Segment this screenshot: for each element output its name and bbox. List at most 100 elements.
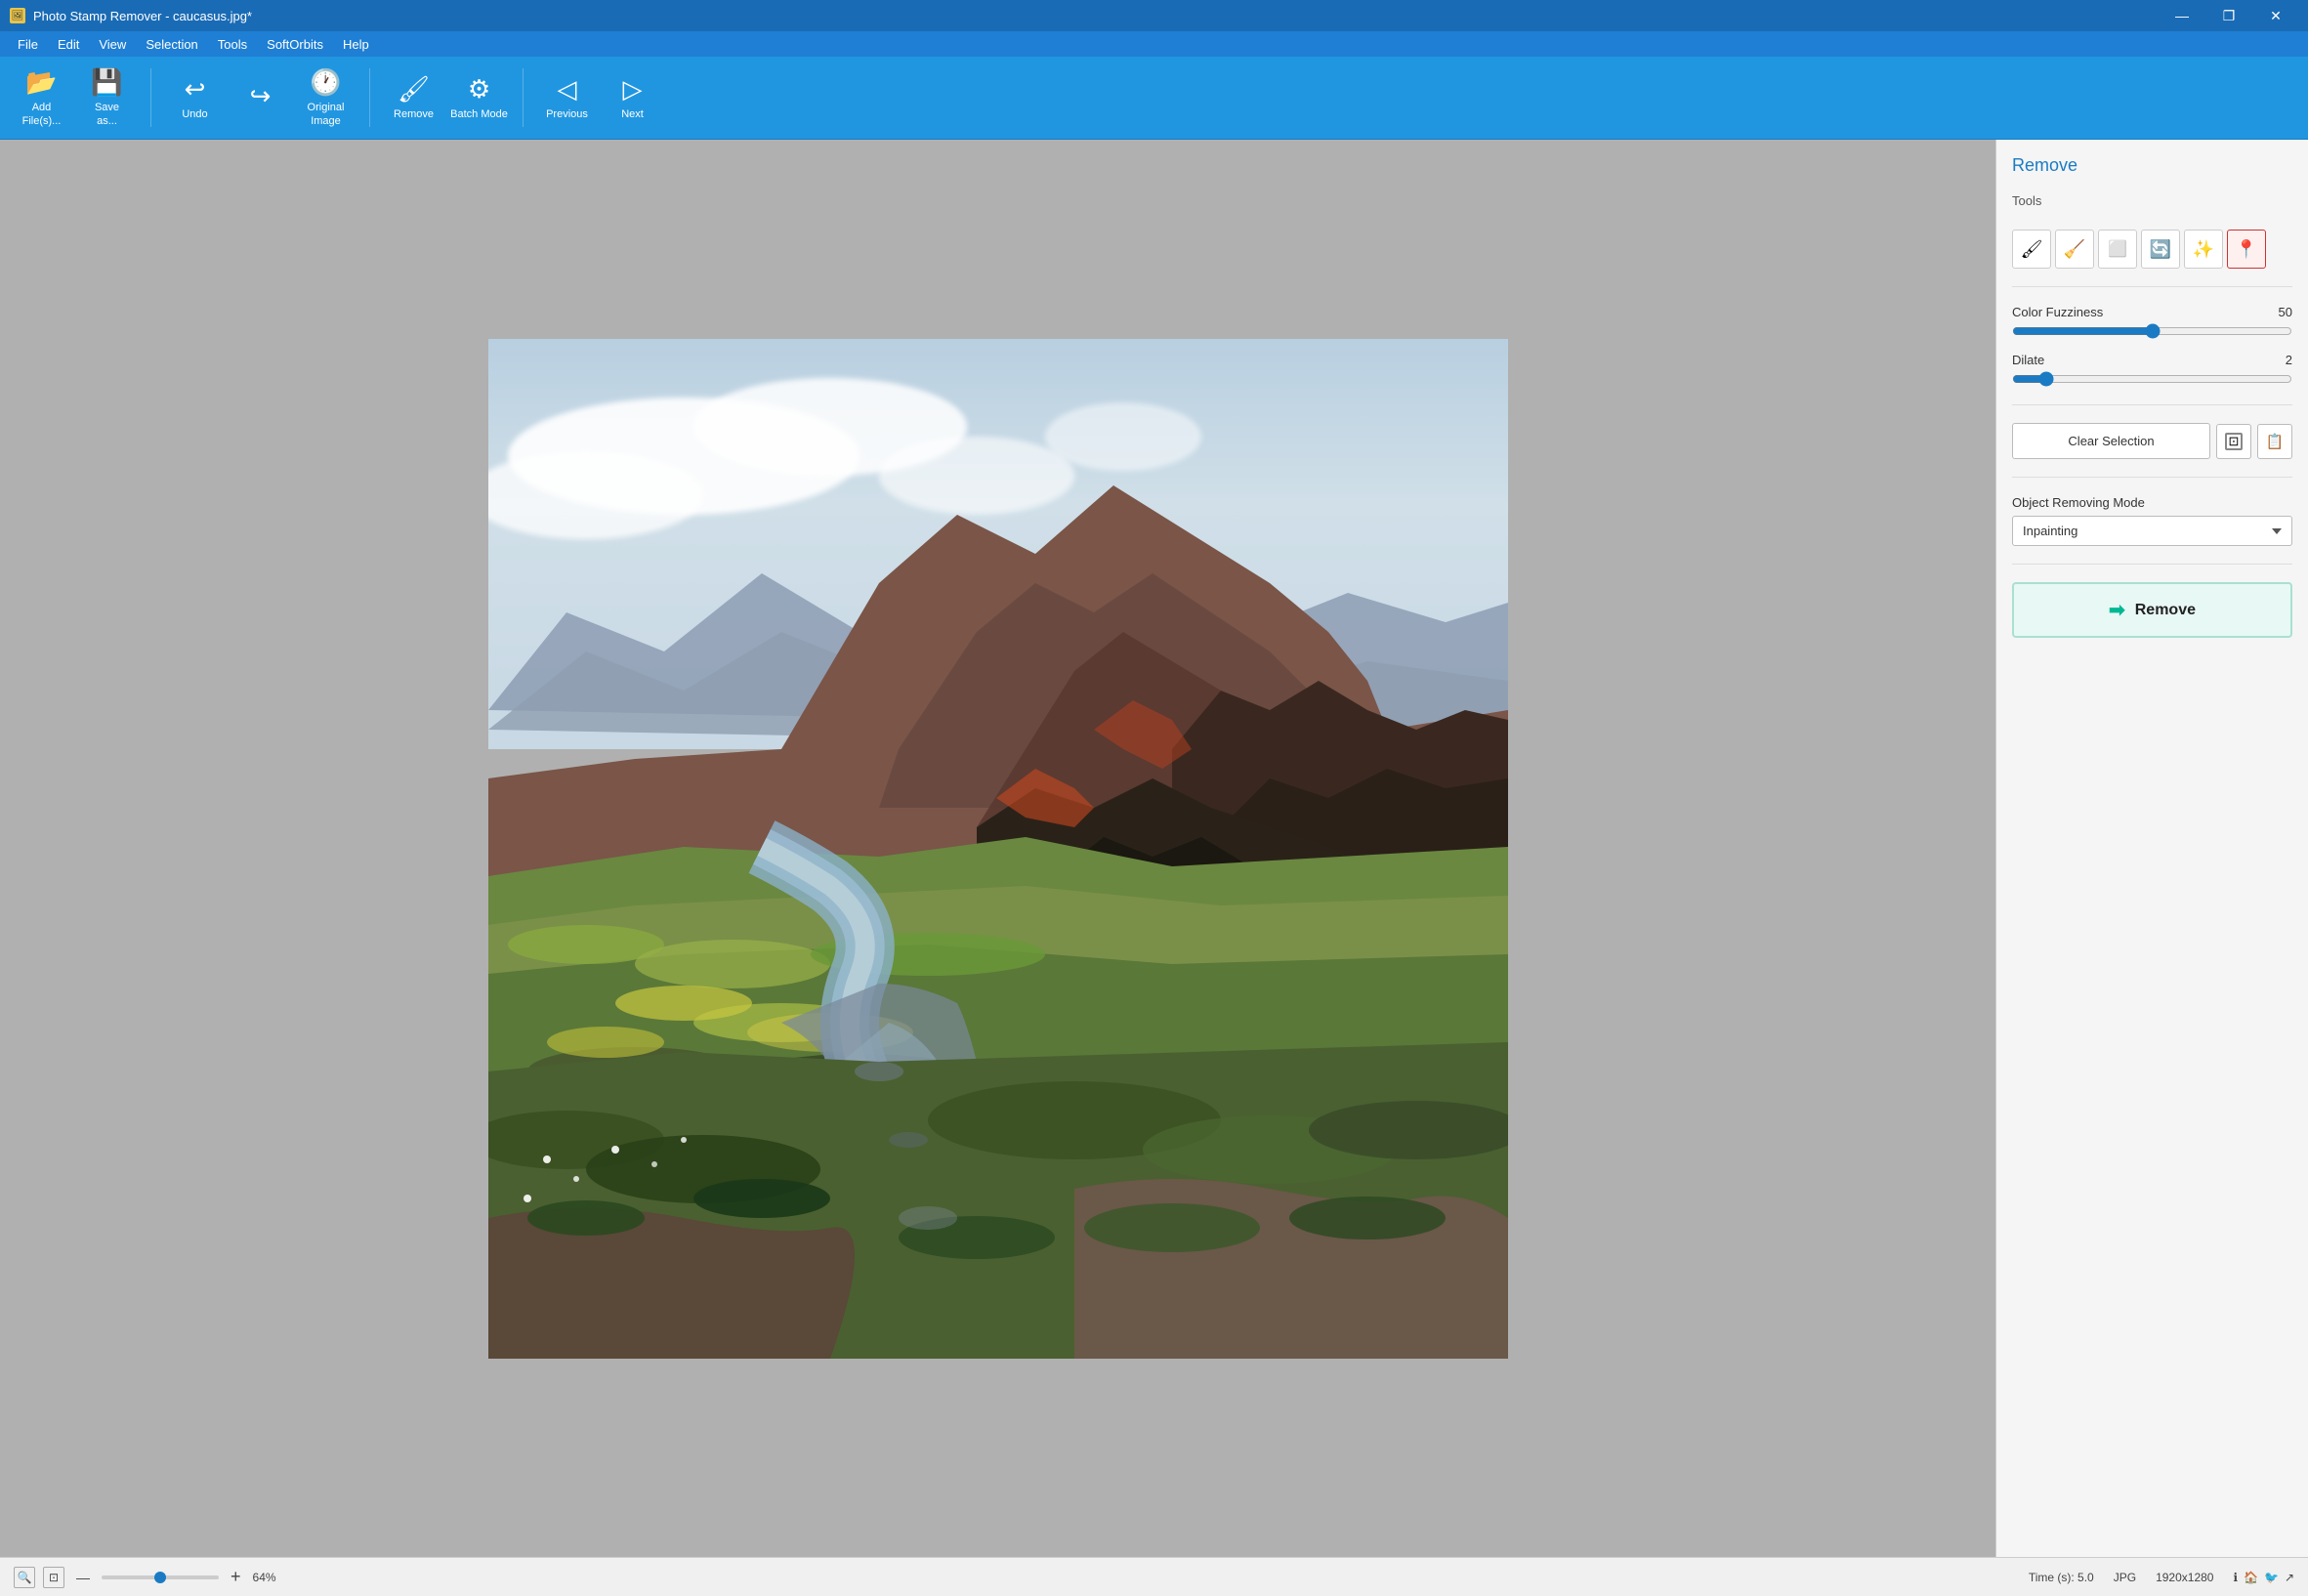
minimize-button[interactable]: —: [2160, 0, 2204, 31]
magic-wand-button[interactable]: ✨: [2184, 230, 2223, 269]
add-files-icon: 📂: [25, 67, 57, 98]
add-files-button[interactable]: 📂 AddFile(s)...: [10, 62, 73, 135]
format-label: JPG: [2114, 1571, 2136, 1584]
rectangle-select-icon: ⬜: [2108, 239, 2127, 259]
lasso-icon: 🔄: [2150, 239, 2171, 260]
status-bar: 🔍 ⊡ — + 64% Time (s): 5.0 JPG 1920x1280 …: [0, 1557, 2308, 1596]
dilate-slider[interactable]: [2012, 371, 2292, 387]
close-button[interactable]: ✕: [2253, 0, 2298, 31]
share-icon[interactable]: ↗: [2285, 1571, 2294, 1584]
tools-label: Tools: [2012, 193, 2292, 208]
app-title: Photo Stamp Remover - caucasus.jpg*: [33, 9, 252, 23]
zoom-level: 64%: [253, 1571, 276, 1584]
title-bar-left: 🖼 Photo Stamp Remover - caucasus.jpg*: [10, 8, 252, 23]
color-fuzziness-slider[interactable]: [2012, 323, 2292, 339]
main-content: Remove Tools 🖌 🧹 ⬜ 🔄 ✨: [0, 140, 2308, 1557]
menu-view[interactable]: View: [89, 34, 136, 55]
menu-edit[interactable]: Edit: [48, 34, 89, 55]
clear-selection-row: Clear Selection ⊡ 📋: [2012, 423, 2292, 459]
stamp-tool-button[interactable]: 📍: [2227, 230, 2266, 269]
twitter-icon[interactable]: 🐦: [2264, 1571, 2279, 1584]
remove-button[interactable]: ➡ Remove: [2012, 582, 2292, 638]
toolbar-separator-1: [150, 68, 151, 127]
previous-label: Previous: [546, 108, 588, 121]
status-bar-left: 🔍 ⊡ — + 64%: [14, 1567, 276, 1588]
toolbar-group-files: 📂 AddFile(s)... 💾 Saveas...: [10, 62, 139, 135]
zoom-fit-icon[interactable]: 🔍: [14, 1567, 35, 1588]
canvas-area[interactable]: [0, 140, 1995, 1557]
app-icon: 🖼: [10, 8, 25, 23]
previous-icon: ◁: [558, 74, 577, 105]
dilate-header: Dilate 2: [2012, 353, 2292, 367]
color-fuzziness-value: 50: [2279, 305, 2292, 319]
eraser-icon: 🧹: [2064, 239, 2085, 260]
home-icon[interactable]: 🏠: [2244, 1571, 2258, 1584]
paintbrush-tool-button[interactable]: 🖌: [2012, 230, 2051, 269]
divider-4: [2012, 564, 2292, 565]
toolbar-group-edit: ↩ Undo ↪ 🕐 Original Image: [163, 62, 357, 135]
divider-3: [2012, 477, 2292, 478]
menu-file[interactable]: File: [8, 34, 48, 55]
right-panel: Remove Tools 🖌 🧹 ⬜ 🔄 ✨: [1995, 140, 2308, 1557]
redo-button[interactable]: ↪: [229, 62, 292, 135]
zoom-actual-icon[interactable]: ⊡: [43, 1567, 64, 1588]
original-image-icon: 🕐: [310, 67, 341, 98]
title-bar-controls: — ❐ ✕: [2160, 0, 2298, 31]
add-files-label: AddFile(s)...: [22, 102, 62, 127]
divider-1: [2012, 286, 2292, 287]
toolbar-group-nav: ◁ Previous ▷ Next: [535, 62, 664, 135]
stamp-tool-icon: 📍: [2236, 239, 2257, 260]
batch-mode-icon: ⚙: [468, 74, 490, 105]
color-fuzziness-label: Color Fuzziness: [2012, 305, 2103, 319]
paste-into-icon: 📋: [2266, 433, 2285, 450]
remove-toolbar-button[interactable]: 🖌 Remove: [382, 62, 445, 135]
eraser-tool-button[interactable]: 🧹: [2055, 230, 2094, 269]
menu-bar: File Edit View Selection Tools SoftOrbit…: [0, 31, 2308, 57]
redo-icon: ↪: [250, 81, 272, 111]
tools-row: 🖌 🧹 ⬜ 🔄 ✨ 📍: [2012, 230, 2292, 269]
original-image-label: Original Image: [295, 102, 357, 127]
menu-selection[interactable]: Selection: [136, 34, 207, 55]
zoom-thumb[interactable]: [154, 1572, 166, 1583]
undo-button[interactable]: ↩ Undo: [163, 62, 227, 135]
next-button[interactable]: ▷ Next: [601, 62, 664, 135]
batch-mode-label: Batch Mode: [450, 108, 508, 121]
batch-mode-button[interactable]: ⚙ Batch Mode: [447, 62, 511, 135]
image-container: [488, 339, 1508, 1359]
maximize-button[interactable]: ❐: [2206, 0, 2251, 31]
zoom-minus-icon[interactable]: —: [72, 1570, 94, 1585]
zoom-plus-icon[interactable]: +: [227, 1567, 245, 1587]
next-label: Next: [621, 108, 644, 121]
magic-wand-icon: ✨: [2193, 239, 2214, 260]
previous-button[interactable]: ◁ Previous: [535, 62, 599, 135]
menu-tools[interactable]: Tools: [208, 34, 257, 55]
undo-icon: ↩: [185, 74, 206, 105]
removing-mode-select[interactable]: Inpainting Smart Fill Move & Expand Text…: [2012, 516, 2292, 546]
object-removing-mode-section: Object Removing Mode Inpainting Smart Fi…: [2012, 495, 2292, 546]
title-bar: 🖼 Photo Stamp Remover - caucasus.jpg* — …: [0, 0, 2308, 31]
next-icon: ▷: [623, 74, 643, 105]
zoom-track[interactable]: [102, 1575, 219, 1579]
rectangle-select-button[interactable]: ⬜: [2098, 230, 2137, 269]
select-all-icon: ⊡: [2225, 433, 2243, 450]
paste-into-button[interactable]: 📋: [2257, 424, 2292, 459]
save-as-label: Saveas...: [95, 102, 119, 127]
panel-title: Remove: [2012, 155, 2292, 176]
toolbar: 📂 AddFile(s)... 💾 Saveas... ↩ Undo ↪ 🕐 O…: [0, 57, 2308, 140]
remove-button-label: Remove: [2135, 602, 2196, 619]
select-all-button[interactable]: ⊡: [2216, 424, 2251, 459]
clear-selection-button[interactable]: Clear Selection: [2012, 423, 2210, 459]
dilate-label: Dilate: [2012, 353, 2044, 367]
original-image-button[interactable]: 🕐 Original Image: [294, 62, 357, 135]
toolbar-separator-3: [523, 68, 524, 127]
save-as-button[interactable]: 💾 Saveas...: [75, 62, 139, 135]
paintbrush-icon: 🖌: [2021, 239, 2043, 260]
dilate-row: Dilate 2: [2012, 353, 2292, 387]
toolbar-group-remove: 🖌 Remove ⚙ Batch Mode: [382, 62, 511, 135]
lasso-tool-button[interactable]: 🔄: [2141, 230, 2180, 269]
menu-softorbits[interactable]: SoftOrbits: [257, 34, 333, 55]
menu-help[interactable]: Help: [333, 34, 379, 55]
color-fuzziness-row: Color Fuzziness 50: [2012, 305, 2292, 339]
info-icon[interactable]: ℹ: [2233, 1571, 2238, 1584]
save-as-icon: 💾: [91, 67, 122, 98]
